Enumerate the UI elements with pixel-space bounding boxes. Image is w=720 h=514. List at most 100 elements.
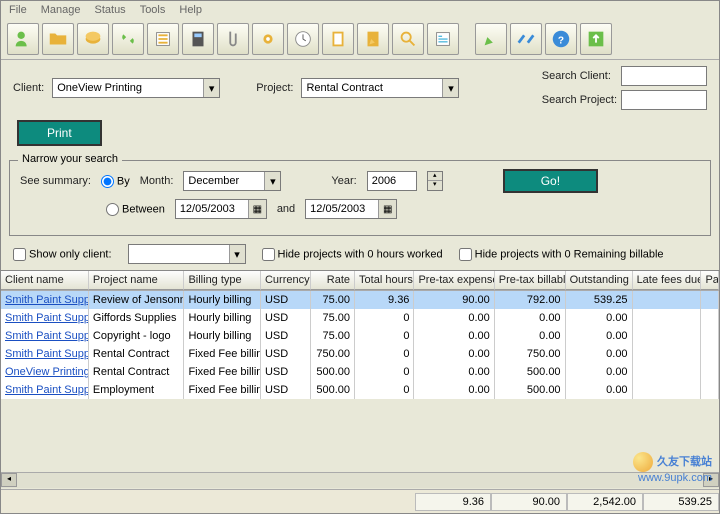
- see-summary-label: See summary:: [20, 175, 91, 187]
- table-row[interactable]: Smith Paint SupplyReview of JensonnHourl…: [1, 291, 719, 309]
- col-outstanding[interactable]: Outstanding: [566, 271, 633, 290]
- date-from-input[interactable]: [176, 203, 248, 215]
- footer-totals: 9.36 90.00 2,542.00 539.25: [1, 489, 719, 513]
- folder-icon[interactable]: [42, 23, 74, 55]
- search-client-input[interactable]: [621, 66, 707, 86]
- grid-header: Client name Project name Billing type Cu…: [1, 271, 719, 291]
- help-icon[interactable]: ?: [545, 23, 577, 55]
- col-pa[interactable]: Pa: [701, 271, 719, 290]
- chevron-down-icon[interactable]: ▾: [229, 245, 245, 263]
- client-input[interactable]: [53, 79, 203, 97]
- table-row[interactable]: OneView PrintingRental ContractFixed Fee…: [1, 363, 719, 381]
- coins-icon[interactable]: [77, 23, 109, 55]
- col-rate[interactable]: Rate: [311, 271, 355, 290]
- client-link[interactable]: Smith Paint Supply: [5, 384, 89, 396]
- show-only-client-check[interactable]: Show only client:: [13, 248, 112, 261]
- month-input[interactable]: [184, 172, 264, 190]
- edit-icon[interactable]: [357, 23, 389, 55]
- project-label: Project:: [256, 82, 293, 94]
- col-client[interactable]: Client name: [1, 271, 89, 290]
- report-icon[interactable]: [427, 23, 459, 55]
- clip-icon[interactable]: [217, 23, 249, 55]
- chevron-down-icon[interactable]: ▾: [203, 79, 219, 97]
- pen-icon[interactable]: [475, 23, 507, 55]
- radio-between[interactable]: Between: [106, 203, 165, 216]
- gear-icon[interactable]: [252, 23, 284, 55]
- menu-status[interactable]: Status: [95, 4, 126, 16]
- and-label: and: [277, 203, 295, 215]
- col-project[interactable]: Project name: [89, 271, 185, 290]
- hide-zero-billable-check[interactable]: Hide projects with 0 Remaining billable: [459, 248, 664, 261]
- data-grid: Client name Project name Billing type Cu…: [1, 270, 719, 399]
- client-link[interactable]: Smith Paint Supply: [5, 330, 89, 342]
- table-row[interactable]: Smith Paint SupplyCopyright - logoHourly…: [1, 327, 719, 345]
- month-combo[interactable]: ▾: [183, 171, 281, 191]
- project-input[interactable]: [302, 79, 442, 97]
- radio-between-input[interactable]: [106, 203, 119, 216]
- col-billable[interactable]: Pre-tax billable: [495, 271, 566, 290]
- list-icon[interactable]: [147, 23, 179, 55]
- date-to-input[interactable]: [306, 203, 378, 215]
- table-row[interactable]: Smith Paint SupplyGiffords SuppliesHourl…: [1, 309, 719, 327]
- client-link[interactable]: Smith Paint Supply: [5, 312, 89, 324]
- year-spinner[interactable]: ▴▾: [427, 171, 443, 191]
- client-link[interactable]: Smith Paint Supply: [5, 348, 89, 360]
- search-project-label: Search Project:: [542, 94, 617, 106]
- search-icon[interactable]: [392, 23, 424, 55]
- year-label: Year:: [331, 175, 356, 187]
- go-button[interactable]: Go!: [503, 169, 598, 193]
- exit-icon[interactable]: [580, 23, 612, 55]
- clipboard-icon[interactable]: [322, 23, 354, 55]
- total-billable: 2,542.00: [567, 493, 643, 511]
- radio-by[interactable]: By: [101, 175, 130, 188]
- total-hours: 9.36: [415, 493, 491, 511]
- calendar-icon[interactable]: ▦: [248, 200, 266, 218]
- date-to[interactable]: ▦: [305, 199, 397, 219]
- project-combo[interactable]: ▾: [301, 78, 459, 98]
- narrow-search-group: Narrow your search See summary: By Month…: [9, 160, 711, 236]
- month-label: Month:: [140, 175, 174, 187]
- client-filter-combo[interactable]: ▾: [128, 244, 246, 264]
- col-billing[interactable]: Billing type: [184, 271, 261, 290]
- table-row[interactable]: Smith Paint SupplyEmploymentFixed Fee bi…: [1, 381, 719, 399]
- print-button[interactable]: Print: [17, 120, 102, 146]
- hide-zero-hours-check[interactable]: Hide projects with 0 hours worked: [262, 248, 443, 261]
- search-client-label: Search Client:: [542, 70, 617, 82]
- grid-body: Smith Paint SupplyReview of JensonnHourl…: [1, 291, 719, 399]
- group-legend: Narrow your search: [18, 153, 122, 165]
- menu-file[interactable]: File: [9, 4, 27, 16]
- link-icon[interactable]: [112, 23, 144, 55]
- calendar-icon[interactable]: ▦: [378, 200, 396, 218]
- menu-bar: File Manage Status Tools Help: [1, 1, 719, 19]
- menu-manage[interactable]: Manage: [41, 4, 81, 16]
- menu-help[interactable]: Help: [179, 4, 202, 16]
- col-currency[interactable]: Currency: [261, 271, 311, 290]
- menu-tools[interactable]: Tools: [140, 4, 166, 16]
- radio-by-input[interactable]: [101, 175, 114, 188]
- chevron-down-icon[interactable]: ▾: [264, 172, 280, 190]
- client-link[interactable]: OneView Printing: [5, 366, 89, 378]
- col-hours[interactable]: Total hours: [355, 271, 414, 290]
- logo-icon: [633, 452, 653, 472]
- date-from[interactable]: ▦: [175, 199, 267, 219]
- table-row[interactable]: Smith Paint SupplyRental ContractFixed F…: [1, 345, 719, 363]
- svg-text:?: ?: [558, 36, 564, 47]
- total-expenses: 90.00: [491, 493, 567, 511]
- search-project-input[interactable]: [621, 90, 707, 110]
- client-label: Client:: [13, 82, 44, 94]
- client-combo[interactable]: ▾: [52, 78, 220, 98]
- user-icon[interactable]: [7, 23, 39, 55]
- client-link[interactable]: Smith Paint Supply: [5, 294, 89, 306]
- scroll-left-icon[interactable]: ◂: [1, 473, 17, 487]
- h-scrollbar[interactable]: ◂ ▸: [1, 472, 719, 488]
- toolbar: ?: [1, 19, 719, 60]
- col-latefees[interactable]: Late fees due: [633, 271, 702, 290]
- calculator-icon[interactable]: [182, 23, 214, 55]
- clock-icon[interactable]: [287, 23, 319, 55]
- filter-row: Client: ▾ Project: ▾ Search Client: Sear…: [1, 60, 719, 116]
- year-input[interactable]: [367, 171, 417, 191]
- arrows-icon[interactable]: [510, 23, 542, 55]
- chevron-down-icon[interactable]: ▾: [442, 79, 458, 97]
- col-expenses[interactable]: Pre-tax expenses: [414, 271, 494, 290]
- scroll-right-icon[interactable]: ▸: [703, 473, 719, 487]
